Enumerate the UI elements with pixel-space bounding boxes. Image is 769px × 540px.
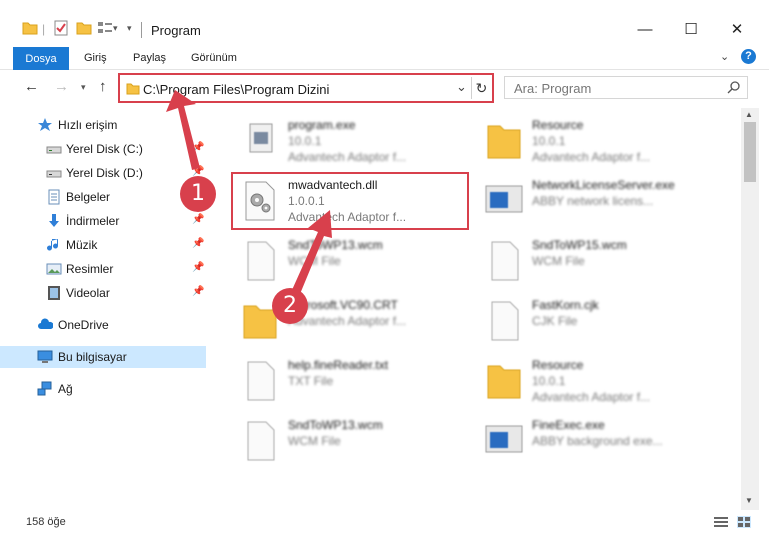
arrow-to-dll-file bbox=[292, 210, 332, 294]
arrow-to-address-bar bbox=[166, 90, 200, 170]
step-marker-1: 1 bbox=[180, 176, 216, 212]
step-marker-2: 2 bbox=[272, 288, 308, 324]
annotation-arrows bbox=[166, 90, 332, 294]
